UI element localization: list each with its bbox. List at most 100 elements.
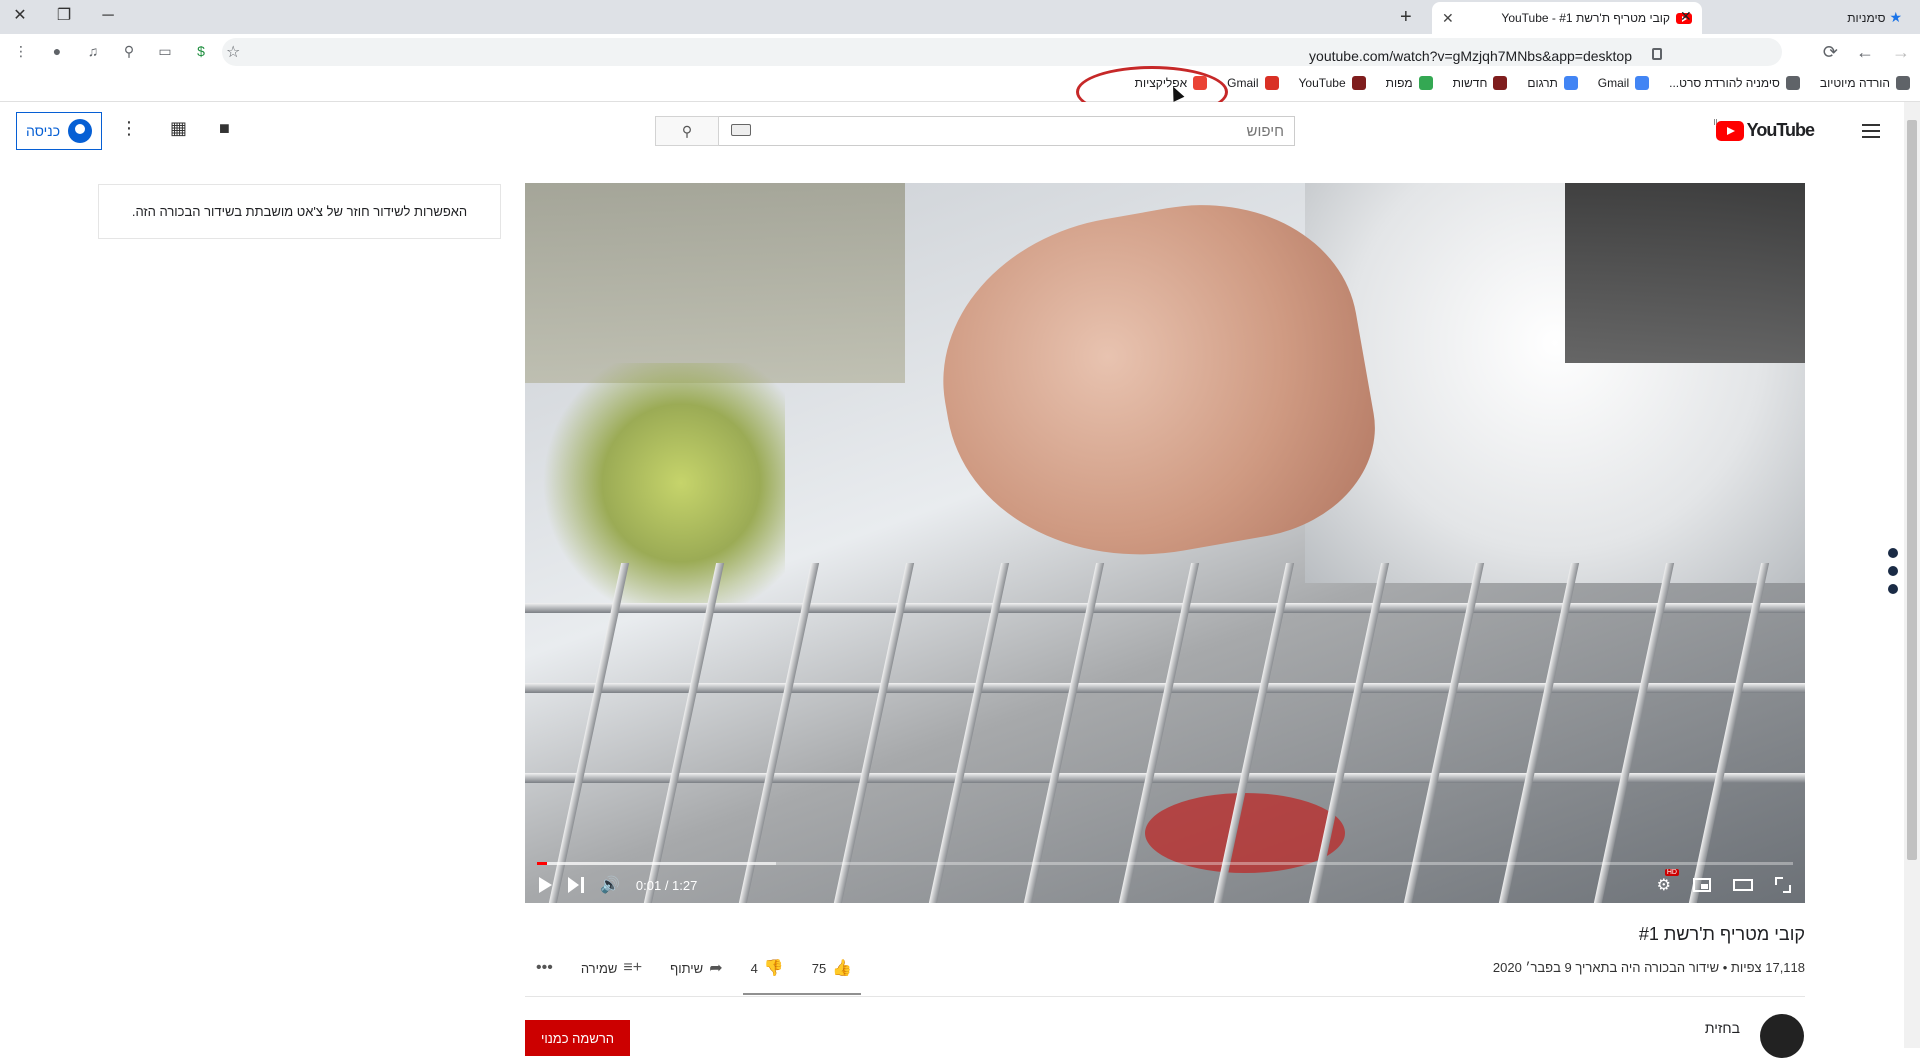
hamburger-menu-icon[interactable] [1862, 124, 1880, 138]
cart-bar-vertical [928, 563, 1010, 903]
globe-icon [1896, 76, 1910, 90]
maps-pin-icon [1418, 76, 1433, 90]
more-actions-button[interactable]: ••• [536, 959, 553, 977]
bookmark-star-icon[interactable]: ☆ [226, 42, 240, 62]
miniplayer-icon[interactable] [1693, 878, 1711, 892]
like-button[interactable]: 75 👍 [812, 958, 852, 978]
url-text: youtube.com/watch?v=gMzjqh7MNbs&app=desk… [1309, 48, 1632, 64]
search-input[interactable] [719, 116, 1295, 146]
account-icon [68, 119, 93, 143]
cart-bar-horizontal [525, 603, 1805, 613]
page-scrollbar[interactable] [1904, 102, 1920, 1048]
close-window-icon[interactable]: ✕ [8, 4, 32, 28]
tab-title: קובי מטריף ת'רשת #1 - YouTube [1501, 11, 1670, 25]
profile-icon[interactable]: ● [46, 40, 68, 62]
restore-window-icon[interactable]: ❐ [52, 4, 76, 28]
bookmark-label: סימניה להורדת סרט... [1669, 76, 1780, 90]
bookmark-item[interactable]: תרגום [1527, 76, 1578, 90]
bookmark-item[interactable]: סימניה להורדת סרט... [1669, 76, 1800, 90]
side-dots-overlay[interactable] [1888, 548, 1898, 594]
kebab-menu-icon[interactable]: ⋮ [10, 40, 32, 62]
video-meta: 17,118 צפיות • שידור הבכורה היה בתאריך 9… [1492, 960, 1805, 975]
video-player[interactable]: 🔊 0:01 / 1:27 ⚙ HD [525, 183, 1805, 903]
bookmark-item[interactable]: YouTube [1299, 76, 1366, 90]
bookmark-label: מפות [1385, 76, 1413, 90]
bookmark-item[interactable]: חדשות [1453, 76, 1508, 90]
cart-bar-vertical [1118, 563, 1200, 903]
browser-tab-active[interactable]: קובי מטריף ת'רשת #1 - YouTube ✕ [1432, 2, 1702, 34]
close-tab-icon[interactable]: ✕ [1680, 8, 1692, 25]
toolbar-extensions: ⋮ ● ♫ ⚲ ▭ $ [10, 40, 212, 62]
signin-button[interactable]: כניסה [16, 112, 102, 150]
theater-mode-icon[interactable] [1733, 879, 1753, 891]
browser-toolbar: ⋮ ● ♫ ⚲ ▭ $ youtube.com/watch?v=gMzjqh7M… [0, 34, 1920, 70]
dislike-button[interactable]: 4 👎 [751, 958, 784, 978]
progress-buffered [537, 862, 776, 865]
volume-icon[interactable]: 🔊 [600, 875, 620, 895]
minimize-window-icon[interactable]: ─ [96, 4, 120, 28]
hd-badge: HD [1664, 869, 1679, 876]
cart-bar-vertical [1688, 563, 1770, 903]
share-button[interactable]: שיתוף ➦ [670, 958, 722, 978]
image-extension-icon[interactable]: ▭ [154, 40, 176, 62]
bookmarks-menu[interactable]: ★ סימניות [1847, 9, 1902, 26]
search-button[interactable]: ⚲ [655, 116, 719, 146]
channel-avatar[interactable] [1760, 1014, 1804, 1058]
channel-name[interactable]: בחזית [1705, 1020, 1740, 1036]
keyboard-icon[interactable] [731, 124, 751, 136]
new-tab-button[interactable]: + [1400, 6, 1412, 29]
browser-tab-bar: ✕ ❐ ─ + קובי מטריף ת'רשת #1 - YouTube ✕ … [0, 0, 1920, 34]
bookmark-label: חדשות [1452, 76, 1488, 90]
shield-icon [1493, 76, 1508, 90]
more-horizontal-icon: ••• [536, 959, 553, 976]
thumbs-up-icon: 👍 [832, 960, 853, 977]
bookmark-item[interactable]: Gmail [1227, 76, 1279, 90]
play-icon[interactable] [539, 877, 552, 893]
youtube-logo[interactable]: YouTube [1715, 120, 1815, 141]
player-controls-left: 🔊 0:01 / 1:27 [539, 875, 697, 895]
thumbs-down-icon: 👎 [763, 960, 784, 977]
bookmark-item[interactable]: Gmail [1598, 76, 1650, 90]
address-bar[interactable]: youtube.com/watch?v=gMzjqh7MNbs&app=desk… [222, 38, 1782, 66]
create-video-icon[interactable]: ■ [219, 118, 230, 139]
save-button[interactable]: שמירה ≡+ [581, 959, 642, 977]
bookmark-label: תרגום [1527, 76, 1558, 90]
scrollbar-thumb[interactable] [1907, 120, 1917, 860]
reload-icon[interactable]: ⟳ [1823, 42, 1838, 63]
like-ratio-bar [743, 993, 861, 995]
cart-bar-vertical [1308, 563, 1390, 903]
video-frame-shadow [1565, 183, 1805, 363]
save-label: שמירה [580, 960, 618, 976]
dot-icon [1888, 566, 1898, 576]
cart-bar-vertical [1403, 563, 1485, 903]
close-tab-icon[interactable]: ✕ [1442, 10, 1454, 27]
cart-bar-vertical [1498, 563, 1580, 903]
back-icon[interactable]: ← [1856, 42, 1874, 63]
search-icon [1785, 76, 1800, 90]
cart-bar-vertical [643, 563, 725, 903]
bookmark-label: Gmail [1227, 76, 1259, 90]
bookmark-item[interactable]: הורדה מיוטיוב [1820, 76, 1910, 90]
search-extension-icon[interactable]: ⚲ [118, 40, 140, 62]
settings-gear-icon[interactable]: ⚙ HD [1657, 869, 1679, 895]
progress-bar[interactable] [537, 862, 1793, 865]
fullscreen-icon[interactable] [1775, 877, 1791, 893]
subscribe-button[interactable]: הרשמה כמנוי [525, 1020, 630, 1056]
media-control-icon[interactable]: ♫ [82, 40, 104, 62]
time-display: 0:01 / 1:27 [635, 877, 698, 893]
lock-icon[interactable] [1652, 48, 1662, 60]
dislike-count: 4 [750, 960, 758, 976]
cart-bar-vertical [548, 563, 630, 903]
signin-label: כניסה [25, 123, 61, 139]
bookmark-item[interactable]: מפות [1386, 76, 1433, 90]
forward-icon[interactable]: → [1892, 42, 1910, 63]
bookmarks-list: אפליקציות Gmail YouTube מפות חדשות תרגום Gmail… [1135, 76, 1910, 90]
settings-kebab-icon[interactable]: ⋮ [120, 118, 138, 139]
apps-grid-icon[interactable]: ▦ [170, 118, 187, 139]
next-icon[interactable] [568, 877, 584, 893]
header-actions: ⋮ ▦ ■ [120, 118, 230, 139]
dot-icon [1888, 584, 1898, 594]
youtube-play-logo-icon [1715, 120, 1744, 141]
dollar-extension-icon[interactable]: $ [190, 40, 212, 62]
video-actions: ••• שמירה ≡+ שיתוף ➦ 4 👎 75 👍 [536, 958, 852, 978]
